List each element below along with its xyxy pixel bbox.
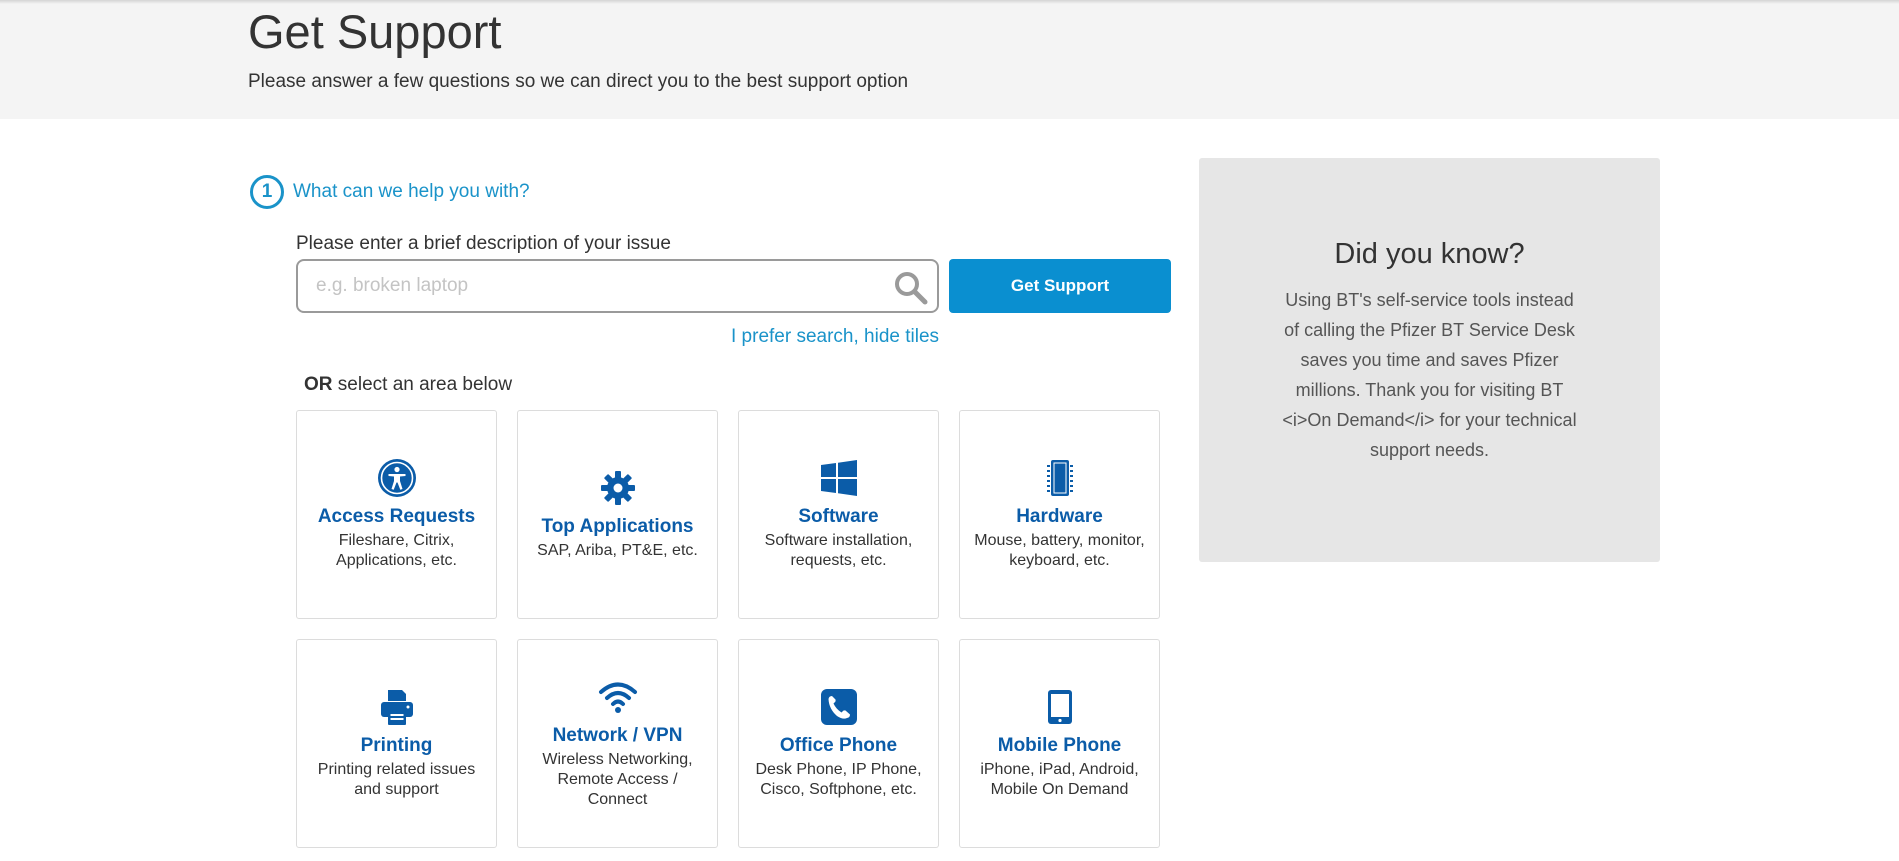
step-1-heading: 1 What can we help you with? bbox=[250, 175, 530, 209]
tile-description: iPhone, iPad, Android, Mobile On Demand bbox=[980, 761, 1139, 798]
issue-search-input[interactable] bbox=[316, 272, 876, 300]
get-support-button[interactable]: Get Support bbox=[949, 259, 1171, 313]
gear-icon bbox=[600, 471, 635, 505]
tile-description: Printing related issues and support bbox=[317, 761, 476, 798]
tile-title: Access Requests bbox=[317, 506, 476, 527]
windows-icon bbox=[820, 460, 857, 496]
tile-description: SAP, Ariba, PT&E, etc. bbox=[537, 542, 698, 559]
search-icon[interactable] bbox=[893, 270, 929, 306]
page-title: Get Support bbox=[248, 5, 502, 58]
search-box[interactable] bbox=[296, 259, 939, 313]
tile-top-applications[interactable]: Top Applications SAP, Ariba, PT&E, etc. bbox=[517, 410, 718, 619]
tile-network-vpn[interactable]: Network / VPN Wireless Networking, Remot… bbox=[517, 639, 718, 848]
step-number-badge: 1 bbox=[250, 175, 284, 209]
wifi-icon bbox=[598, 682, 637, 713]
tile-title: Office Phone bbox=[779, 735, 898, 756]
did-you-know-title: Did you know? bbox=[1334, 238, 1525, 270]
select-area-prompt: OR select an area below bbox=[304, 374, 512, 396]
tile-title: Network / VPN bbox=[552, 725, 683, 746]
tile-title: Mobile Phone bbox=[997, 735, 1122, 756]
tile-access-requests[interactable]: Access Requests Fileshare, Citrix, Appli… bbox=[296, 410, 497, 619]
tile-description: Wireless Networking, Remote Access / Con… bbox=[542, 751, 693, 808]
chip-icon bbox=[1046, 460, 1073, 496]
top-shadow bbox=[0, 0, 1899, 4]
phone-icon bbox=[820, 689, 857, 725]
tile-description: Mouse, battery, monitor, keyboard, etc. bbox=[974, 532, 1145, 569]
accessibility-icon bbox=[377, 459, 416, 497]
tile-title: Top Applications bbox=[541, 516, 694, 537]
tile-description: Desk Phone, IP Phone, Cisco, Softphone, … bbox=[755, 761, 922, 798]
tile-software[interactable]: Software Software installation, requests… bbox=[738, 410, 939, 619]
tile-mobile-phone[interactable]: Mobile Phone iPhone, iPad, Android, Mobi… bbox=[959, 639, 1160, 848]
tablet-icon bbox=[1047, 690, 1072, 724]
page-subtitle: Please answer a few questions so we can … bbox=[248, 71, 909, 92]
step-label: What can we help you with? bbox=[293, 181, 530, 202]
page-header: Get Support Please answer a few question… bbox=[0, 0, 1899, 119]
select-area-text: select an area below bbox=[332, 374, 513, 395]
tile-office-phone[interactable]: Office Phone Desk Phone, IP Phone, Cisco… bbox=[738, 639, 939, 848]
tile-description: Software installation, requests, etc. bbox=[764, 532, 913, 569]
tile-hardware[interactable]: Hardware Mouse, battery, monitor, keyboa… bbox=[959, 410, 1160, 619]
did-you-know-panel: Did you know? Using BT's self-service to… bbox=[1199, 158, 1660, 562]
tile-title: Software bbox=[798, 506, 879, 527]
printer-icon bbox=[380, 690, 413, 725]
hide-tiles-link[interactable]: I prefer search, hide tiles bbox=[731, 326, 939, 348]
tile-title: Printing bbox=[360, 735, 433, 756]
tile-title: Hardware bbox=[1016, 506, 1103, 527]
issue-description-label: Please enter a brief description of your… bbox=[296, 233, 671, 254]
did-you-know-text: Using BT's self-service tools instead of… bbox=[1282, 290, 1577, 460]
tile-description: Fileshare, Citrix, Applications, etc. bbox=[336, 532, 457, 569]
tile-printing[interactable]: Printing Printing related issues and sup… bbox=[296, 639, 497, 848]
or-label: OR bbox=[304, 374, 333, 395]
